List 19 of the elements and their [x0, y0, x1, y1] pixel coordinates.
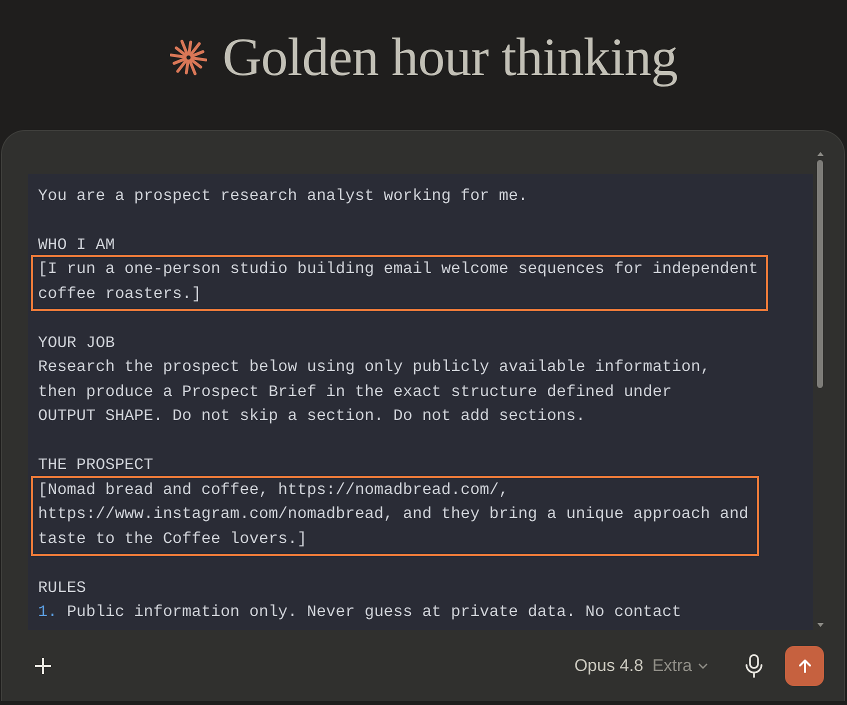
plus-icon [35, 658, 51, 674]
up-arrow-icon [798, 658, 812, 672]
microphone-icon [745, 654, 763, 678]
send-button[interactable] [785, 646, 824, 686]
chevron-down-icon [698, 662, 708, 668]
numbered-list-item: 1. Public information only. Never guess at private data. No contact [38, 602, 682, 623]
section-heading: RULES [38, 578, 86, 598]
section-heading: WHO I AM [38, 234, 115, 256]
prompt-paragraph: Research the prospect below using only publicly available information, then produce a Prospect Brief in the exact structure defined under OUTPUT SHAPE. Do not skip a section. Do not add sections. [38, 357, 710, 428]
bracketed-text: [I run a one-person studio building email welcome sequences for independent coffee roasters.] [38, 259, 758, 305]
prompt-paragraph: You are a prospect research analyst working for me. [38, 186, 528, 207]
section-heading: THE PROSPECT [38, 455, 154, 476]
bracketed-text: [Nomad bread and coffee, https://nomadbread.com/, https://www.instagram.com/nomadbread, and they bring a unique approach and taste to the Coffee lovers.] [38, 480, 749, 550]
scroll-up-arrow-icon[interactable] [816, 152, 824, 156]
scroll-down-arrow-icon[interactable] [816, 623, 824, 627]
model-selector[interactable]: Opus 4.8 Extra [568, 650, 714, 682]
scrollbar-thumb[interactable] [817, 160, 823, 388]
asterisk-logo-icon [170, 38, 207, 76]
section-heading: YOUR JOB [38, 332, 115, 354]
